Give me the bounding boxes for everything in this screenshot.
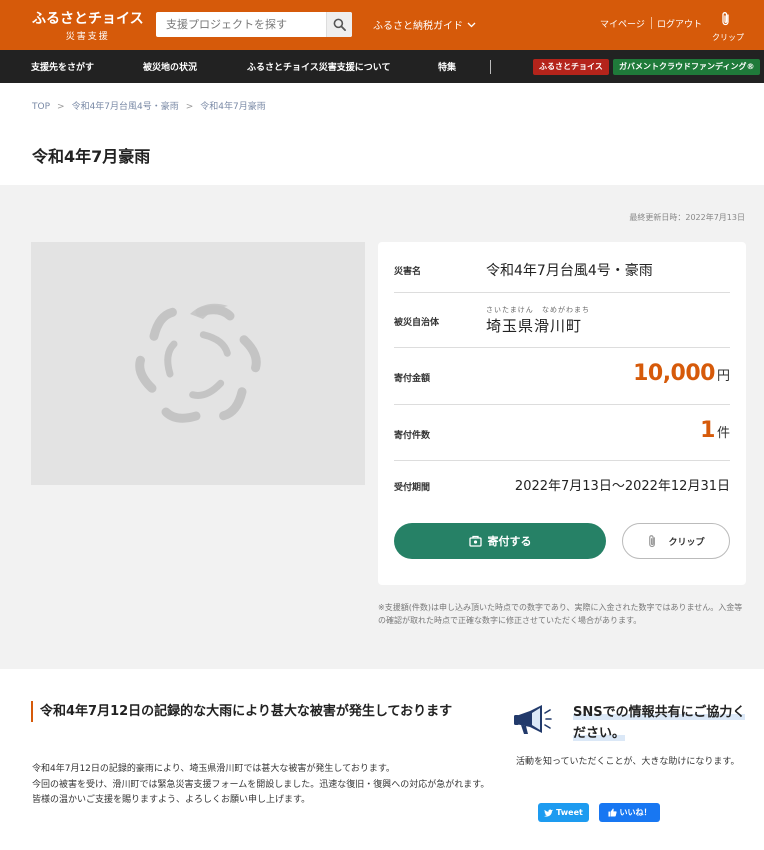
municipality-value[interactable]: 埼玉県滑川町 (486, 315, 582, 336)
logout-link[interactable]: ログアウト (657, 17, 702, 30)
facebook-like-button[interactable]: いいね！ (599, 803, 660, 822)
search-box (156, 12, 352, 37)
info-row-period: 受付期間 2022年7月13日〜2022年12月31日 (394, 461, 730, 513)
amount-value: 10,000 (633, 361, 715, 386)
article-paragraph: 今回の被害を受け、滑川町では緊急災害支援フォームを開設しました。迅速な復旧・復興… (32, 779, 490, 790)
article-paragraph: 令和4年7月12日の記録的豪雨により、埼玉県滑川町では甚大な被害が発生しておりま… (32, 764, 395, 774)
site-logo[interactable]: ふるさとチョイス 災害支援 (32, 8, 144, 42)
info-row-amount: 寄付金額 10,000 円 (394, 348, 730, 405)
furusato-guide-link[interactable]: ふるさと納税ガイド (373, 17, 476, 32)
nav-item-status[interactable]: 被災地の状況 (143, 60, 197, 73)
tweet-label: Tweet (556, 808, 583, 817)
search-input[interactable] (156, 12, 326, 37)
sns-description: 活動を知っていただくことが、大きな助けになります。 (516, 757, 740, 767)
info-row-disaster: 災害名 令和4年7月台風4号・豪雨 (394, 242, 730, 293)
donation-note: ※支援額(件数)は申し込み頂いた時点での数字であり、実際に入金された数字ではあり… (378, 603, 743, 625)
municipality-label: 被災自治体 (394, 318, 440, 328)
amount-label: 寄付金額 (394, 374, 431, 384)
disaster-label: 災害名 (394, 267, 422, 277)
megaphone-icon (512, 703, 552, 741)
sns-title: SNSでの情報共有にご協力ください。 (573, 702, 748, 744)
period-value: 2022年7月13日〜2022年12月31日 (514, 479, 730, 494)
site-header: ふるさとチョイス 災害支援 ふるさと納税ガイド マイページ ログアウト クリップ (0, 0, 764, 50)
period-label: 受付期間 (394, 483, 431, 493)
count-display: 1件 (700, 418, 730, 443)
breadcrumb-separator: > (185, 102, 194, 112)
nav-badge-gcf[interactable]: ガバメントクラウドファンディング® (613, 59, 761, 75)
paperclip-icon (649, 534, 656, 547)
count-label: 寄付件数 (394, 431, 431, 441)
nav-item-about[interactable]: ふるさとチョイス災害支援について (247, 60, 390, 73)
project-info-card: 災害名 令和4年7月台風4号・豪雨 被災自治体 さいたまけん なめがわまち 埼玉… (378, 242, 746, 585)
article-paragraph: 皆様の温かいご支援を賜りますよう、よろしくお願い申し上げます。 (32, 795, 311, 805)
tweet-button[interactable]: Tweet (538, 803, 589, 822)
logo-main-text: ふるさとチョイス (32, 11, 144, 27)
breadcrumb-current: 令和4年7月豪雨 (200, 102, 266, 112)
paperclip-icon (722, 12, 729, 26)
chevron-down-icon (467, 22, 476, 27)
article-body: 令和4年7月12日の記録的豪雨により、埼玉県滑川町では甚大な被害が発生しておりま… (32, 762, 492, 809)
disaster-value: 令和4年7月台風4号・豪雨 (486, 263, 653, 279)
last-updated: 最終更新日時：2022年7月13日 (629, 213, 745, 222)
donate-button[interactable]: 寄付する (394, 523, 606, 559)
page-title: 令和4年7月豪雨 (32, 147, 151, 166)
nav-item-feature[interactable]: 特集 (438, 60, 456, 73)
breadcrumb-top[interactable]: TOP (32, 102, 50, 112)
loading-spinner-icon (135, 303, 261, 423)
nav-item-search[interactable]: 支援先をさがす (31, 60, 94, 73)
search-button[interactable] (326, 12, 352, 37)
info-row-municipality: 被災自治体 さいたまけん なめがわまち 埼玉県滑川町 (394, 293, 730, 348)
count-unit: 件 (716, 426, 730, 441)
nav-badge-furusato-choice[interactable]: ふるさとチョイス (533, 59, 609, 75)
municipality-ruby-town: なめがわまち (542, 306, 590, 314)
donate-label: 寄付する (487, 535, 532, 548)
mypage-link[interactable]: マイページ (600, 17, 645, 30)
logo-sub-text: 災害支援 (65, 32, 110, 42)
header-clip-button[interactable]: クリップ (712, 11, 744, 43)
guide-label: ふるさと納税ガイド (373, 21, 463, 32)
article-title: 令和4年7月12日の記録的な大雨により甚大な被害が発生しております (31, 701, 486, 722)
breadcrumb-separator: > (57, 102, 65, 112)
clip-label: クリップ (668, 537, 705, 548)
main-nav: 支援先をさがす 被災地の状況 ふるさとチョイス災害支援について 特集 ふるさとチ… (0, 50, 764, 83)
header-clip-label: クリップ (712, 33, 744, 42)
breadcrumb-parent[interactable]: 令和4年7月台風4号・豪雨 (72, 102, 179, 112)
project-image-placeholder (31, 242, 365, 485)
sns-title-text: SNSでの情報共有にご協力ください。 (573, 705, 746, 741)
municipality-ruby-pref: さいたまけん (486, 306, 534, 314)
nav-divider (490, 60, 491, 74)
header-divider (651, 17, 652, 29)
clip-button[interactable]: クリップ (622, 523, 730, 559)
like-label: いいね！ (619, 808, 652, 817)
breadcrumb: TOP > 令和4年7月台風4号・豪雨 > 令和4年7月豪雨 (32, 99, 266, 112)
search-icon (333, 18, 346, 31)
info-row-count: 寄付件数 1件 (394, 405, 730, 461)
amount-unit: 円 (716, 369, 730, 384)
twitter-bird-icon (544, 808, 554, 817)
amount-display: 10,000 円 (633, 361, 730, 386)
thumbs-up-icon (607, 808, 617, 817)
count-value: 1 (700, 418, 715, 443)
donate-icon (468, 535, 482, 547)
